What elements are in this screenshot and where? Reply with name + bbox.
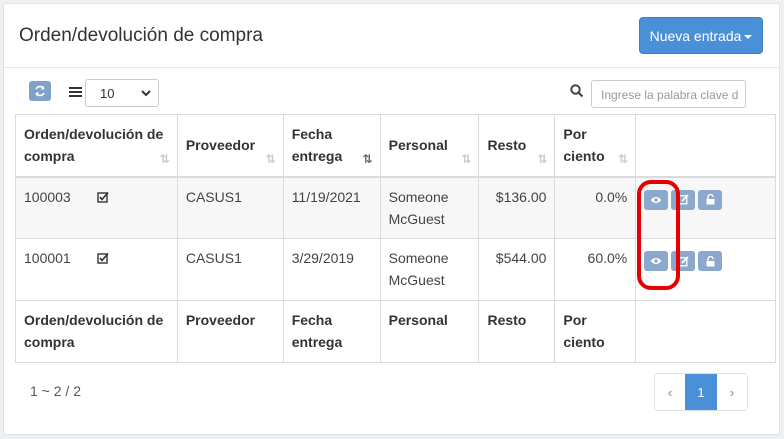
pagination-page-1[interactable]: 1	[685, 374, 717, 410]
search-input[interactable]: Ingrese la palabra clave d	[591, 80, 746, 108]
cell-rest: $544.00	[478, 238, 556, 301]
cell-staff: Someone McGuest	[379, 238, 480, 301]
unlock-icon	[706, 255, 715, 266]
view-button[interactable]	[644, 189, 669, 210]
refresh-icon	[35, 85, 45, 97]
new-entry-label: Nueva entrada	[649, 27, 742, 44]
sort-icon: ⇅	[537, 152, 547, 166]
edit-button[interactable]	[671, 251, 696, 271]
edit-icon	[677, 255, 689, 266]
page-size-select[interactable]: 10	[85, 79, 159, 107]
column-header-supplier[interactable]: Proveedor ⇅	[176, 114, 284, 177]
eye-icon	[650, 196, 662, 203]
pagination-next[interactable]: ›	[717, 374, 747, 410]
edit-icon	[677, 194, 689, 205]
cell-order: 100003	[15, 176, 178, 239]
cell-order: 100001	[15, 238, 178, 301]
cell-date: 11/19/2021	[282, 176, 381, 239]
sort-desc-icon: ⇅	[362, 152, 373, 166]
column-header-actions	[635, 114, 776, 177]
check-square-icon	[97, 187, 109, 209]
unlock-button[interactable]	[698, 189, 723, 210]
pagination-prev[interactable]: ‹	[655, 374, 685, 410]
cell-actions	[635, 238, 776, 301]
sort-icon: ⇅	[159, 152, 170, 166]
view-button[interactable]	[644, 251, 669, 271]
refresh-button[interactable]	[29, 81, 51, 101]
cell-rest: $136.00	[478, 176, 556, 239]
cell-supplier: CASUS1	[176, 176, 284, 239]
chevron-down-icon	[141, 90, 151, 97]
footer-rest: Resto	[478, 300, 556, 363]
cell-date: 3/29/2019	[282, 238, 381, 301]
sort-icon: ⇅	[618, 152, 628, 166]
unlock-icon	[706, 194, 715, 205]
cell-percent: 60.0%	[554, 238, 637, 301]
footer-supplier: Proveedor	[176, 300, 284, 363]
column-header-date[interactable]: Fecha entrega ⇅	[282, 114, 381, 177]
cell-actions	[635, 176, 776, 239]
page-size-value: 10	[100, 86, 115, 101]
column-header-staff[interactable]: Personal ⇅	[379, 114, 480, 177]
column-header-percent[interactable]: Por ciento ⇅	[554, 114, 637, 177]
pagination-info: 1 ~ 2 / 2	[30, 383, 81, 399]
eye-icon	[650, 258, 662, 264]
panel-header: Orden/devolución de compra Nueva entrada	[4, 4, 779, 68]
search-icon	[570, 84, 584, 98]
edit-button[interactable]	[671, 189, 696, 210]
footer-order: Orden/devolución de compra	[15, 300, 178, 363]
footer-date: Fecha entrega	[282, 300, 381, 363]
column-header-rest[interactable]: Resto ⇅	[478, 114, 556, 177]
cell-staff: Someone McGuest	[379, 176, 480, 239]
column-header-order[interactable]: Orden/devolución de compra ⇅	[15, 114, 178, 177]
cell-supplier: CASUS1	[176, 238, 284, 301]
table-header-row: Orden/devolución de compra ⇅ Proveedor ⇅ F…	[15, 114, 776, 177]
table-footer-row: Orden/devolución de compra Proveedor Fec…	[15, 300, 776, 363]
footer-percent: Por ciento	[554, 300, 637, 363]
new-entry-button[interactable]: Nueva entrada	[639, 17, 763, 54]
cell-percent: 0.0%	[554, 176, 637, 239]
table-toolbar: 10 Ingrese la palabra clave d	[0, 79, 784, 112]
table-row: 100003 CASUS1 11/19/2021 Someone McGuest…	[15, 176, 776, 239]
table-row: 100001 CASUS1 3/29/2019 Someone McGuest …	[15, 238, 776, 301]
caret-down-icon	[744, 34, 753, 39]
sort-icon: ⇅	[461, 152, 471, 166]
list-icon	[69, 87, 82, 97]
pagination: ‹ 1 ›	[654, 373, 748, 411]
unlock-button[interactable]	[698, 251, 723, 271]
page-title: Orden/devolución de compra	[19, 25, 263, 46]
footer-actions	[635, 300, 776, 363]
orders-table: Orden/devolución de compra ⇅ Proveedor ⇅ F…	[15, 114, 776, 363]
check-square-icon	[97, 248, 109, 270]
footer-staff: Personal	[379, 300, 480, 363]
sort-icon: ⇅	[265, 152, 276, 166]
